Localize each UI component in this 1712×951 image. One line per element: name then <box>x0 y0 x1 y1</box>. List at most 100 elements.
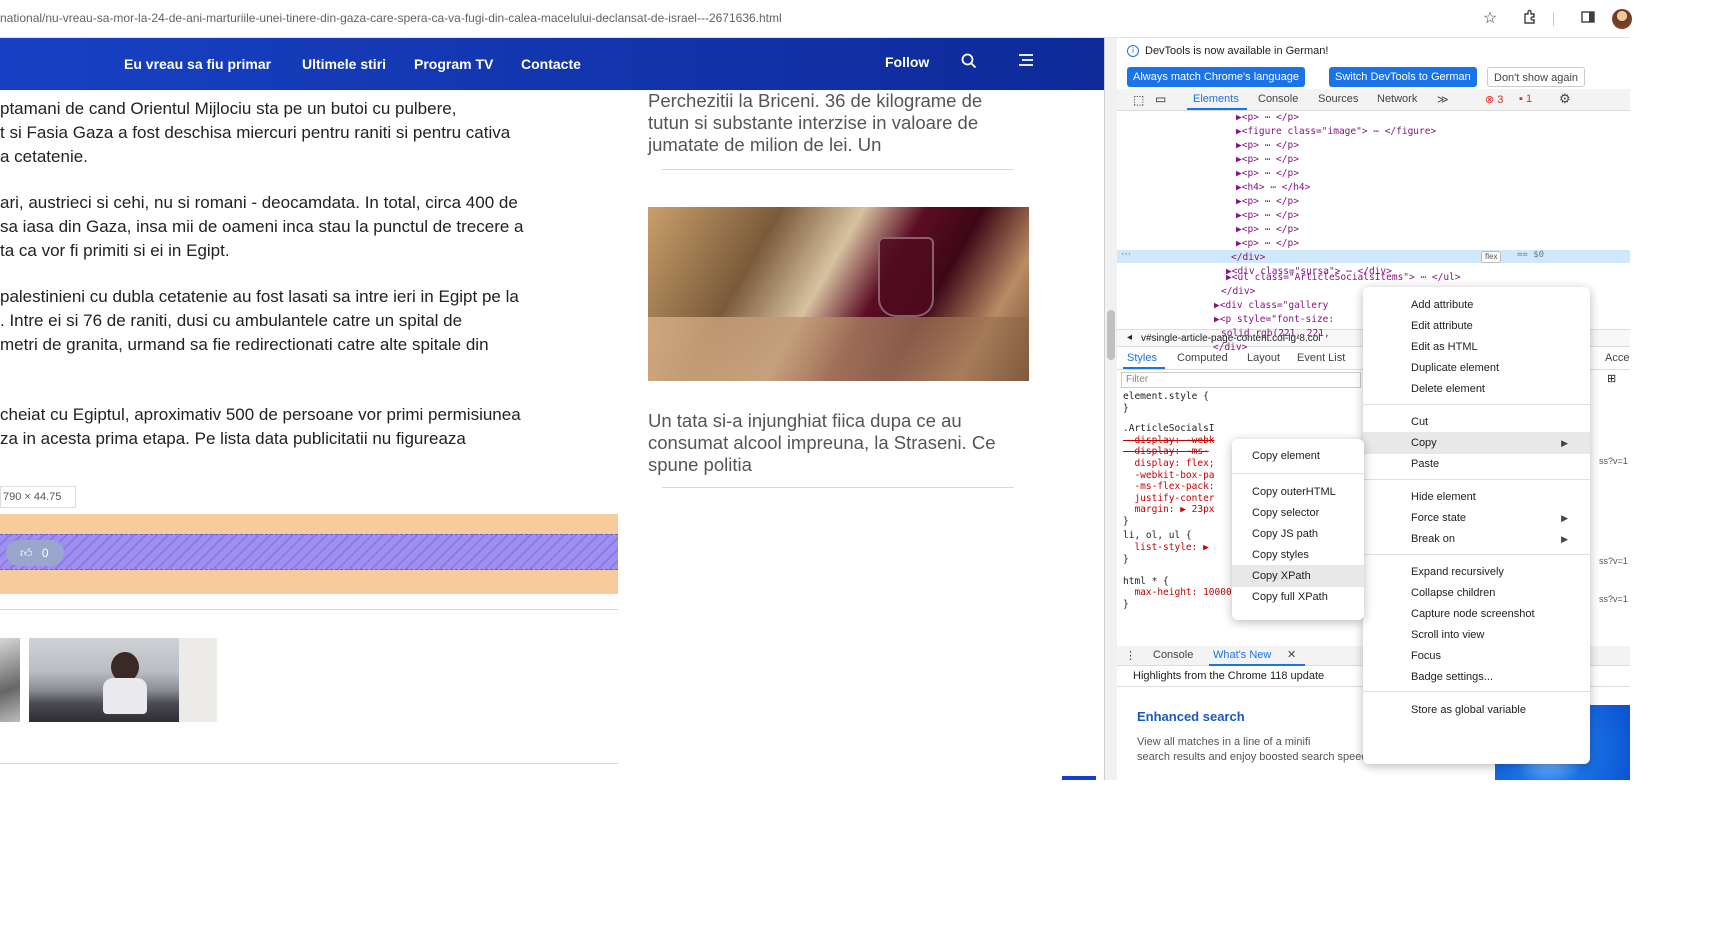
menu-icon[interactable] <box>1018 53 1034 72</box>
context-menu-item-collapse-children[interactable]: Collapse children <box>1363 582 1590 604</box>
dom-node-line[interactable]: ▶<p> ⋯ </p> <box>1236 153 1299 167</box>
tab-sources[interactable]: Sources <box>1318 93 1358 105</box>
dom-node-line[interactable]: </div> <box>1221 285 1255 299</box>
context-menu-item-scroll-into-view[interactable]: Scroll into view <box>1363 624 1590 646</box>
drawer-tab-whats-new[interactable]: What's New <box>1213 649 1271 661</box>
tab-event-listeners[interactable]: Event List <box>1297 352 1345 364</box>
nav-link-contacte[interactable]: Contacte <box>521 56 581 72</box>
copy-submenu-item-copy-full-xpath[interactable]: Copy full XPath <box>1232 586 1364 608</box>
context-menu-item-duplicate-element[interactable]: Duplicate element <box>1363 357 1590 379</box>
dom-node-line[interactable]: ▶<p> ⋯ </p> <box>1236 139 1299 153</box>
dom-node-line[interactable]: ▶<p> ⋯ </p> <box>1236 167 1299 181</box>
styles-filter-input[interactable]: Filter <box>1121 372 1361 388</box>
css-line[interactable]: display: -ms- <box>1123 446 1208 458</box>
switch-language-button[interactable]: Switch DevTools to German <box>1329 67 1477 87</box>
context-menu-item-break-on[interactable]: Break on ▶ <box>1363 528 1590 550</box>
side-panel-icon[interactable] <box>1578 9 1598 29</box>
context-menu-item-delete-element[interactable]: Delete element <box>1363 378 1590 400</box>
css-source-link[interactable]: ss?v=1 <box>1599 556 1628 566</box>
dom-node-line[interactable]: solid rgb(221, 221, <box>1221 327 1330 341</box>
context-menu-item-badge-settings[interactable]: Badge settings... <box>1363 666 1590 688</box>
css-source-link[interactable]: ss?v=1 <box>1599 456 1628 466</box>
error-count-badge[interactable]: ⊗ 3 <box>1485 93 1503 106</box>
context-menu-item-focus[interactable]: Focus <box>1363 645 1590 667</box>
tab-styles[interactable]: Styles <box>1127 352 1157 364</box>
more-tabs-icon[interactable]: ≫ <box>1437 93 1449 106</box>
scroll-to-top-button[interactable] <box>1062 776 1096 780</box>
page-scrollbar[interactable] <box>1105 38 1117 780</box>
css-line[interactable]: list-style: ▶ <box>1123 542 1208 554</box>
dom-node-line[interactable]: ▶<p style="font-size: <box>1214 313 1334 327</box>
breadcrumb-left-arrow[interactable]: ◂ <box>1127 332 1132 343</box>
context-menu-item-store-as-global-variable[interactable]: Store as global variable <box>1363 699 1590 721</box>
css-line[interactable]: display: flex; <box>1123 458 1214 470</box>
dom-node-line[interactable]: ▶<h4> ⋯ </h4> <box>1236 181 1310 195</box>
tab-console[interactable]: Console <box>1258 93 1298 105</box>
copy-submenu-item-copy-selector[interactable]: Copy selector <box>1232 502 1364 524</box>
copy-submenu-item-copy-styles[interactable]: Copy styles <box>1232 544 1364 566</box>
inspect-element-icon[interactable]: ⬚ <box>1133 93 1144 107</box>
star-icon[interactable]: ☆ <box>1480 9 1500 29</box>
dom-node-line[interactable]: </div> <box>1213 341 1247 355</box>
context-menu-item-capture-node-screenshot[interactable]: Capture node screenshot <box>1363 603 1590 625</box>
copy-submenu-item-copy-outerhtml[interactable]: Copy outerHTML <box>1232 481 1364 503</box>
context-menu-item-add-attribute[interactable]: Add attribute <box>1363 294 1590 316</box>
dom-node-line[interactable]: ▶<p> ⋯ </p> <box>1236 209 1299 223</box>
profile-avatar[interactable] <box>1612 9 1632 29</box>
context-menu-item-cut[interactable]: Cut <box>1363 411 1590 433</box>
context-menu-item-hide-element[interactable]: Hide element <box>1363 486 1590 508</box>
css-source-link[interactable]: ss?v=1 <box>1599 594 1628 604</box>
story-image[interactable] <box>648 207 1029 381</box>
issue-count-badge[interactable]: ▪ 1 <box>1519 93 1532 105</box>
node-ellipsis-icon[interactable]: ⋯ <box>1121 249 1131 260</box>
device-toolbar-icon[interactable]: ▭ <box>1155 92 1166 106</box>
dom-node-line[interactable]: ▶<ul class="ArticleSocialsItems"> ⋯ </ul… <box>1226 271 1461 285</box>
css-line[interactable]: html * { <box>1123 576 1169 588</box>
css-line[interactable]: justify-conter <box>1123 493 1214 505</box>
dom-node-line[interactable]: ▶<div class="gallery <box>1214 299 1328 313</box>
dom-node-line[interactable]: ▶<p> ⋯ </p> <box>1236 223 1299 237</box>
scrollbar-thumb[interactable] <box>1107 310 1115 360</box>
drawer-menu-icon[interactable]: ⋮ <box>1125 649 1136 662</box>
like-button[interactable]: 👍︎ 0 <box>6 540 64 566</box>
side-story-title[interactable]: Perchezitii la Briceni. 36 de kilograme … <box>648 90 1028 156</box>
css-line[interactable]: margin: ▶ 23px <box>1123 504 1214 516</box>
nav-link-program-tv[interactable]: Program TV <box>414 56 493 72</box>
follow-button[interactable]: Follow <box>885 54 929 70</box>
dom-node-line[interactable]: ▶<p> ⋯ </p> <box>1236 195 1299 209</box>
flex-badge[interactable]: flex <box>1481 251 1502 263</box>
search-icon[interactable] <box>961 53 977 74</box>
tab-accessibility[interactable]: Access <box>1605 352 1630 364</box>
css-line[interactable]: } <box>1123 516 1129 528</box>
dom-node-line[interactable]: ▶<p> ⋯ </p> <box>1236 237 1299 251</box>
drawer-tab-console[interactable]: Console <box>1153 649 1193 661</box>
copy-submenu-item-copy-xpath[interactable]: Copy XPath <box>1232 565 1364 587</box>
context-menu-item-expand-recursively[interactable]: Expand recursively <box>1363 561 1590 583</box>
copy-submenu-item-copy-js-path[interactable]: Copy JS path <box>1232 523 1364 545</box>
tab-layout[interactable]: Layout <box>1247 352 1280 364</box>
gallery-thumbnail[interactable] <box>0 638 20 722</box>
settings-gear-icon[interactable]: ⚙ <box>1559 91 1571 107</box>
css-line[interactable]: .ArticleSocialsI <box>1123 423 1215 435</box>
css-line[interactable]: } <box>1123 554 1129 566</box>
dom-node-line[interactable]: </div> <box>1231 251 1265 265</box>
tab-network[interactable]: Network <box>1377 93 1417 105</box>
css-line[interactable]: -ms-flex-pack: <box>1123 481 1214 493</box>
nav-link-ultimele-stiri[interactable]: Ultimele stiri <box>302 56 386 72</box>
css-line[interactable]: } <box>1123 403 1129 415</box>
context-menu-item-force-state[interactable]: Force state ▶ <box>1363 507 1590 529</box>
new-style-rule-icon[interactable]: ⊞ <box>1607 372 1616 385</box>
css-line[interactable]: display: -webk <box>1123 435 1214 447</box>
dom-node-line[interactable]: ▶<p> ⋯ </p> <box>1236 111 1299 125</box>
address-bar-url[interactable]: national/nu-vreau-sa-mor-la-24-de-ani-ma… <box>0 11 782 25</box>
copy-submenu-item-copy-element[interactable]: Copy element <box>1232 445 1364 467</box>
close-icon[interactable]: ✕ <box>1287 648 1296 661</box>
match-language-button[interactable]: Always match Chrome's language <box>1127 67 1305 87</box>
dom-node-line[interactable]: ▶<figure class="image"> ⋯ </figure> <box>1236 125 1436 139</box>
css-line[interactable]: -webkit-box-pa <box>1123 470 1214 482</box>
tab-elements[interactable]: Elements <box>1193 93 1239 105</box>
context-menu-item-paste[interactable]: Paste <box>1363 453 1590 475</box>
nav-link-primar[interactable]: Eu vreau sa fiu primar <box>124 56 271 72</box>
context-menu-item-copy[interactable]: Copy ▶ <box>1363 432 1590 454</box>
css-line[interactable]: } <box>1123 599 1129 611</box>
